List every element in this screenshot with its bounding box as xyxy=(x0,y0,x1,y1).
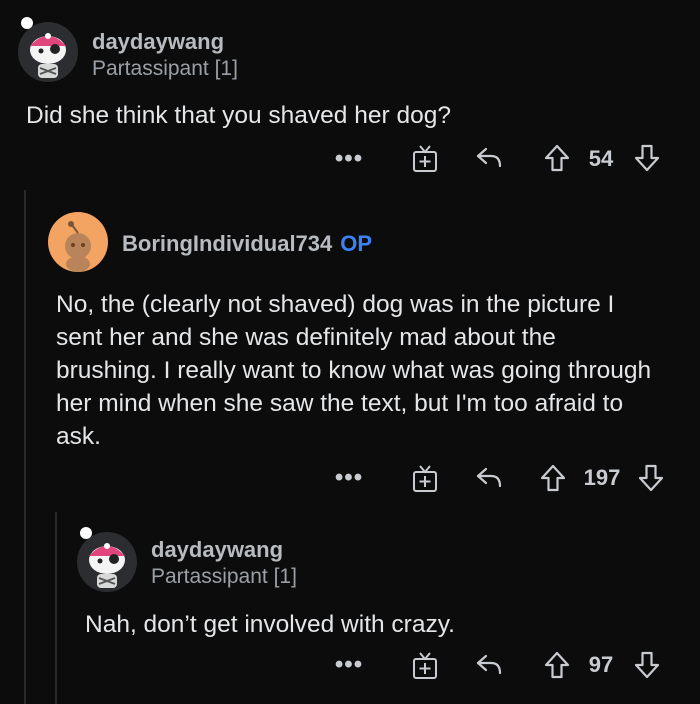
more-options-button[interactable]: ••• xyxy=(334,650,364,680)
gift-icon xyxy=(413,465,437,492)
thread-line-level-1[interactable] xyxy=(24,190,26,704)
snoo-avatar-icon xyxy=(89,543,125,588)
downvote-button[interactable] xyxy=(632,142,662,174)
downvote-button[interactable] xyxy=(636,462,666,494)
downvote-arrow-icon xyxy=(638,464,664,492)
user-flair: Partassipant [1] xyxy=(151,565,297,588)
upvote-arrow-icon xyxy=(544,144,570,172)
vote-score: 197 xyxy=(583,465,621,490)
thread-line-level-2[interactable] xyxy=(55,512,57,704)
upvote-button[interactable] xyxy=(538,462,568,494)
comment-body: Did she think that you shaved her dog? xyxy=(26,102,451,129)
comment-author[interactable]: daydaywang xyxy=(151,537,283,563)
op-badge: OP xyxy=(340,231,373,256)
avatar[interactable] xyxy=(77,532,137,592)
vote-score: 97 xyxy=(588,652,614,677)
gift-icon xyxy=(413,652,437,679)
award-button[interactable] xyxy=(410,649,440,681)
downvote-button[interactable] xyxy=(632,649,662,681)
downvote-arrow-icon xyxy=(634,144,660,172)
award-button[interactable] xyxy=(410,142,440,174)
comment-author[interactable]: daydaywang xyxy=(92,29,224,55)
downvote-arrow-icon xyxy=(634,651,660,679)
reply-icon xyxy=(476,654,502,675)
username-text[interactable]: BoringIndividual734 xyxy=(122,231,332,256)
vote-score: 54 xyxy=(588,146,614,171)
reply-button[interactable] xyxy=(474,649,504,679)
upvote-arrow-icon xyxy=(544,651,570,679)
upvote-button[interactable] xyxy=(542,649,572,681)
avatar[interactable] xyxy=(18,22,78,82)
comment-body: Nah, don’t get involved with crazy. xyxy=(85,611,455,638)
award-button[interactable] xyxy=(410,462,440,494)
reply-icon xyxy=(476,147,502,168)
gift-icon xyxy=(413,145,437,172)
online-dot-icon xyxy=(80,527,92,539)
reply-icon xyxy=(476,467,502,488)
more-options-button[interactable]: ••• xyxy=(334,144,364,174)
avatar[interactable] xyxy=(48,212,108,272)
reply-button[interactable] xyxy=(474,142,504,172)
reply-button[interactable] xyxy=(474,462,504,492)
upvote-button[interactable] xyxy=(542,142,572,174)
online-dot-icon xyxy=(21,17,33,29)
comment-body: No, the (clearly not shaved) dog was in … xyxy=(56,291,652,450)
comment-author[interactable]: BoringIndividual734 OP xyxy=(122,231,372,257)
snoo-avatar-icon xyxy=(30,33,66,78)
upvote-arrow-icon xyxy=(540,464,566,492)
more-options-button[interactable]: ••• xyxy=(334,463,364,493)
snoo-avatar-icon xyxy=(65,221,91,272)
user-flair: Partassipant [1] xyxy=(92,57,238,80)
